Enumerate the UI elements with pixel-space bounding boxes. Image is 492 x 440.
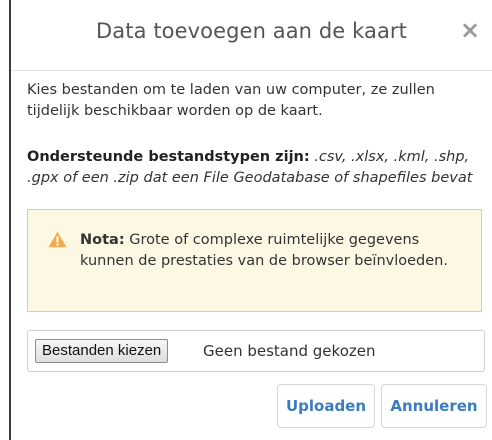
warning-label: Nota: <box>80 232 125 248</box>
upload-button[interactable]: Uploaden <box>277 384 375 428</box>
file-status: Geen bestand gekozen <box>203 342 376 360</box>
add-data-dialog: Data toevoegen aan de kaart × Kies besta… <box>11 0 492 440</box>
cancel-button[interactable]: Annuleren <box>381 384 487 428</box>
page: Data toevoegen aan de kaart × Kies besta… <box>0 0 492 440</box>
file-input[interactable]: Bestanden kiezen Geen bestand gekozen <box>27 330 485 372</box>
intro-text: Kies bestanden om te laden van uw comput… <box>27 82 435 119</box>
dialog-title: Data toevoegen aan de kaart <box>96 19 407 43</box>
warning-text: Nota: Grote of complexe ruimtelijke gege… <box>80 230 470 272</box>
supported-types-label: Ondersteunde bestandstypen zijn: <box>27 149 310 165</box>
choose-files-button[interactable]: Bestanden kiezen <box>35 339 169 363</box>
supported-types: Ondersteunde bestandstypen zijn: .csv, .… <box>27 147 487 189</box>
warning-alert: Nota: Grote of complexe ruimtelijke gege… <box>27 209 482 312</box>
warning-icon <box>48 231 67 248</box>
close-icon[interactable]: × <box>458 17 482 43</box>
dialog-header: Data toevoegen aan de kaart × <box>11 0 492 71</box>
warning-message: Grote of complexe ruimtelijke gegevens k… <box>80 232 448 269</box>
